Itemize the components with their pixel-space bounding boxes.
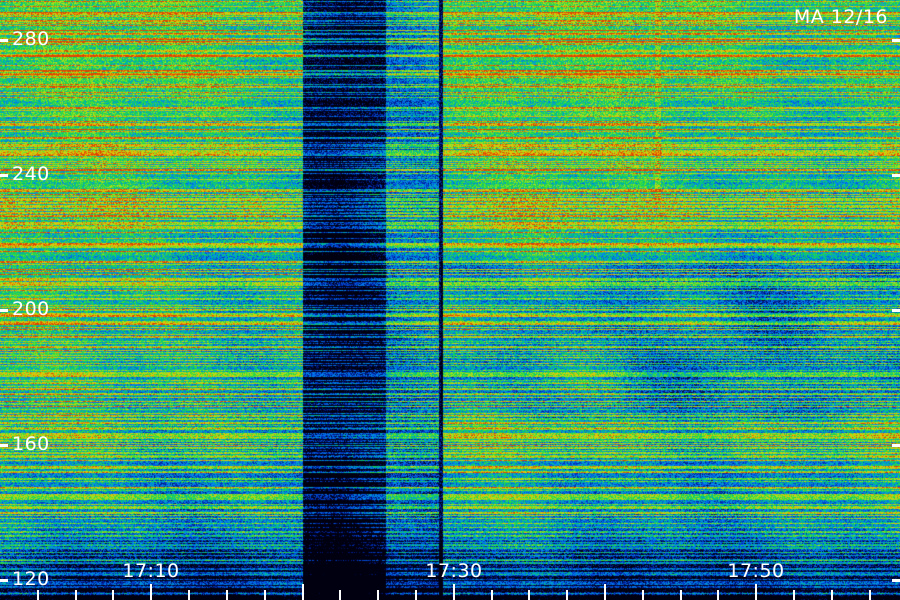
- spectrogram-heatmap: [0, 0, 900, 600]
- x-major-tick-mark: [150, 584, 152, 600]
- x-minor-tick-mark: [566, 590, 568, 600]
- x-major-tick-mark: [302, 584, 304, 600]
- y-tick-mark-left: [0, 444, 8, 447]
- y-tick-mark-right: [892, 579, 900, 582]
- x-minor-tick-mark: [377, 590, 379, 600]
- x-minor-tick-mark: [188, 590, 190, 600]
- y-tick-label: 200: [12, 298, 50, 320]
- x-major-tick-mark: [453, 584, 455, 600]
- x-minor-tick-mark: [642, 590, 644, 600]
- station-date-label: MA 12/16: [793, 6, 888, 28]
- y-tick-label: 120: [12, 568, 50, 590]
- y-tick-mark-left: [0, 579, 8, 582]
- x-minor-tick-mark: [339, 590, 341, 600]
- y-tick-mark-right: [892, 444, 900, 447]
- x-minor-tick-mark: [75, 590, 77, 600]
- x-minor-tick-mark: [112, 590, 114, 600]
- y-tick-mark-left: [0, 309, 8, 312]
- x-minor-tick-mark: [528, 590, 530, 600]
- y-tick-label: 280: [12, 28, 50, 50]
- y-tick-label: 240: [12, 163, 50, 185]
- y-tick-mark-right: [892, 174, 900, 177]
- x-minor-tick-mark: [717, 590, 719, 600]
- x-tick-label: 17:30: [425, 560, 483, 582]
- x-minor-tick-mark: [491, 590, 493, 600]
- x-minor-tick-mark: [415, 590, 417, 600]
- x-minor-tick-mark: [226, 590, 228, 600]
- x-tick-label: 17:50: [727, 560, 785, 582]
- y-tick-label: 160: [12, 433, 50, 455]
- y-tick-mark-left: [0, 174, 8, 177]
- x-minor-tick-mark: [793, 590, 795, 600]
- y-tick-mark-left: [0, 39, 8, 42]
- x-tick-label: 17:10: [122, 560, 180, 582]
- x-minor-tick-mark: [831, 590, 833, 600]
- x-major-tick-mark: [755, 584, 757, 600]
- x-minor-tick-mark: [869, 590, 871, 600]
- x-major-tick-mark: [604, 584, 606, 600]
- y-tick-mark-right: [892, 309, 900, 312]
- x-minor-tick-mark: [264, 590, 266, 600]
- x-minor-tick-mark: [680, 590, 682, 600]
- y-tick-mark-right: [892, 39, 900, 42]
- x-minor-tick-mark: [37, 590, 39, 600]
